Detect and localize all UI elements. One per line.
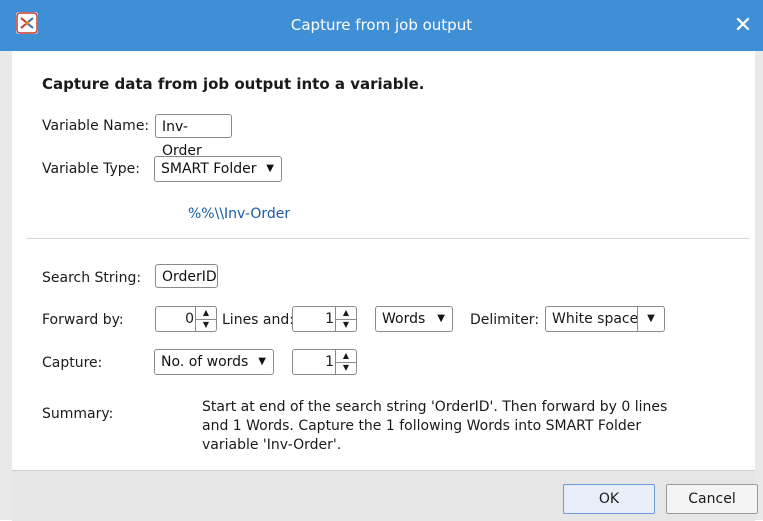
capture-count-stepper[interactable]: 1 ▲ ▼: [292, 349, 357, 375]
delimiter-dropdown[interactable]: White space ▼: [545, 306, 665, 332]
lines-and-label: Lines and:: [222, 312, 294, 328]
forward-units-stepper[interactable]: 1 ▲ ▼: [292, 306, 357, 332]
capture-count-value: 1: [325, 354, 334, 370]
forward-units-value: 1: [325, 311, 334, 327]
unit-type-dropdown[interactable]: Words ▼: [375, 306, 453, 332]
chevron-down-icon: ▼: [266, 163, 274, 174]
spin-down-icon[interactable]: ▼: [196, 319, 216, 331]
forward-lines-stepper[interactable]: 0 ▲ ▼: [155, 306, 217, 332]
summary-text: Start at end of the search string 'Order…: [202, 399, 668, 453]
section-divider: [26, 238, 750, 239]
spin-down-icon[interactable]: ▼: [336, 319, 356, 331]
window-title: Capture from job output: [290, 16, 473, 34]
variable-preview-link[interactable]: %%\\Inv-Order: [188, 206, 290, 222]
variable-type-label: Variable Type:: [42, 161, 141, 177]
search-string-label: Search String:: [42, 270, 142, 286]
cancel-button[interactable]: Cancel: [666, 484, 758, 514]
chevron-down-icon[interactable]: ▼: [637, 307, 664, 331]
chevron-down-icon: ▼: [437, 313, 445, 324]
spin-down-icon[interactable]: ▼: [336, 362, 356, 374]
stepper-arrows[interactable]: ▲ ▼: [195, 307, 216, 331]
stepper-arrows[interactable]: ▲ ▼: [335, 307, 356, 331]
title-bar: Capture from job output ✕: [0, 0, 763, 51]
dialog-footer: OK Cancel: [12, 470, 758, 521]
ok-button[interactable]: OK: [563, 484, 655, 514]
unit-type-value: Words: [382, 311, 426, 327]
summary-label: Summary:: [42, 406, 114, 422]
variable-name-input[interactable]: Inv-Order: [155, 114, 232, 159]
search-string-input[interactable]: OrderID: [155, 264, 218, 288]
close-icon[interactable]: ✕: [723, 0, 763, 51]
stepper-arrows[interactable]: ▲ ▼: [335, 350, 356, 374]
capture-mode-value: No. of words: [161, 354, 249, 370]
dialog-heading: Capture data from job output into a vari…: [42, 75, 425, 93]
forward-lines-value: 0: [185, 311, 194, 327]
variable-name-label: Variable Name:: [42, 118, 150, 134]
chevron-down-icon: ▼: [258, 356, 266, 367]
delimiter-label: Delimiter:: [470, 312, 540, 328]
variable-type-dropdown[interactable]: SMART Folder ▼: [154, 156, 282, 182]
window-frame-left: [0, 51, 12, 520]
capture-mode-dropdown[interactable]: No. of words ▼: [154, 349, 274, 375]
variable-type-value: SMART Folder: [161, 161, 257, 177]
forward-by-label: Forward by:: [42, 312, 124, 328]
window-frame-right: [755, 51, 763, 520]
capture-label: Capture:: [42, 355, 103, 371]
delimiter-value: White space: [552, 311, 639, 327]
